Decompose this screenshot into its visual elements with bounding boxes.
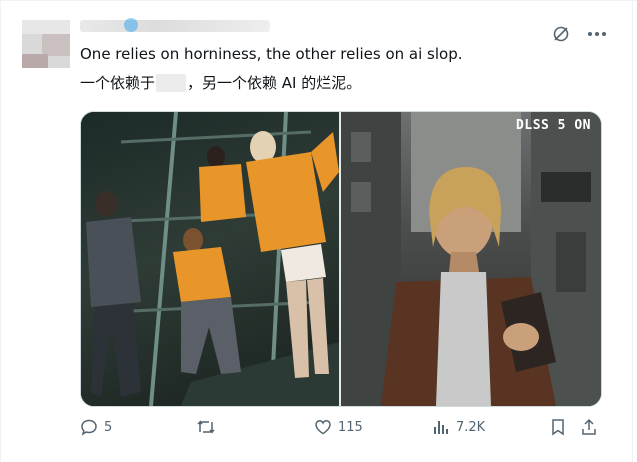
- dlss-watermark: DLSS 5 ON: [516, 118, 591, 133]
- redacted-word: [156, 74, 187, 92]
- author-header-redacted[interactable]: [80, 20, 270, 32]
- bookmark-button[interactable]: [550, 416, 566, 438]
- like-button[interactable]: 115: [314, 416, 363, 438]
- repost-button[interactable]: [196, 416, 222, 438]
- reply-icon: [80, 418, 98, 436]
- heart-icon: [314, 418, 332, 436]
- tweet-text-chinese: 一个依赖于 ，另一个依赖 AI 的烂泥。: [80, 73, 361, 93]
- views-button[interactable]: 7.2K: [432, 416, 485, 438]
- share-icon: [580, 418, 598, 436]
- right-border: [632, 0, 633, 462]
- more-icon[interactable]: [585, 24, 609, 44]
- left-border: [0, 0, 1, 462]
- grok-icon[interactable]: [551, 24, 571, 44]
- tweet-media[interactable]: DLSS 5 ON: [80, 111, 602, 407]
- reply-count: 5: [104, 419, 113, 435]
- share-button[interactable]: [580, 416, 598, 438]
- repost-icon: [196, 418, 216, 436]
- views-chart-icon: [432, 418, 450, 436]
- top-divider: [0, 0, 637, 1]
- views-count: 7.2K: [456, 419, 486, 435]
- bookmark-icon: [550, 418, 566, 436]
- tweet-text-zh-part2: ，另一个依赖 AI 的烂泥。: [187, 74, 362, 92]
- tweet-text-zh-part1: 一个依赖于: [80, 74, 156, 92]
- like-count: 115: [338, 419, 363, 435]
- media-image-left[interactable]: [81, 112, 339, 406]
- tweet-actions: 5 115 7.2K: [80, 416, 600, 438]
- verified-badge-icon: [124, 18, 138, 32]
- media-image-right[interactable]: DLSS 5 ON: [341, 112, 601, 406]
- avatar[interactable]: [22, 20, 70, 68]
- tweet-text-english: One relies on horniness, the other relie…: [80, 45, 463, 63]
- reply-button[interactable]: 5: [80, 416, 112, 438]
